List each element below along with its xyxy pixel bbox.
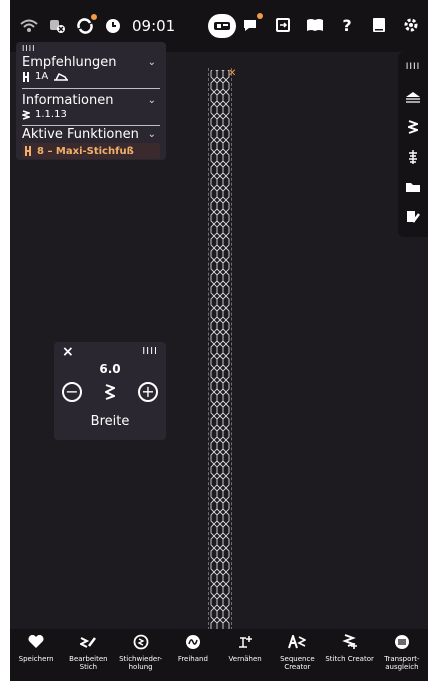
stabilizer-icon	[54, 72, 69, 81]
tie-off-button[interactable]: Vernähen	[219, 629, 271, 681]
edit-stitch-button[interactable]: Bearbeiten Stich	[62, 629, 114, 681]
edit-tool-icon[interactable]	[398, 202, 428, 232]
right-toolbar: IIII	[398, 52, 428, 237]
heart-icon	[10, 629, 62, 655]
feed-balance-label: Transport- ausgleich	[384, 655, 420, 671]
panel-divider	[22, 88, 160, 89]
folder-icon[interactable]	[398, 172, 428, 202]
needle-position-marker: ✕	[228, 68, 237, 79]
maxi-foot-icon	[25, 146, 31, 156]
book-icon[interactable]	[304, 14, 326, 36]
width-stepper: − +	[62, 382, 158, 402]
decrease-width-button[interactable]: −	[62, 382, 82, 402]
feed-balance-button[interactable]: Transport- ausgleich	[376, 629, 428, 681]
edit-stitch-icon	[62, 629, 114, 655]
toolbar-grip-handle[interactable]: IIII	[398, 52, 428, 82]
honeycomb-stitch-pattern	[209, 70, 231, 630]
bottom-function-bar: Speichern Bearbeiten Stich Stichwieder- …	[10, 629, 428, 681]
section-title: Empfehlungen	[22, 55, 117, 70]
stitch-preview[interactable]	[208, 68, 232, 630]
panel-divider	[22, 125, 160, 126]
stitch-repeat-label: Stichwieder- holung	[119, 655, 163, 671]
fabric-layers-icon[interactable]	[398, 82, 428, 112]
wireless-message-icon[interactable]	[240, 13, 263, 36]
status-right-group: ?	[240, 13, 422, 36]
increase-width-button[interactable]: +	[138, 382, 158, 402]
width-control-card: × IIII 6.0 − + Breite	[54, 342, 166, 440]
save-label: Speichern	[18, 655, 54, 663]
machine-view-icon[interactable]	[208, 14, 236, 38]
stitch-repeat-button[interactable]: Stichwieder- holung	[115, 629, 167, 681]
freehand-label: Freihand	[177, 655, 208, 663]
stitch-width-icon	[105, 384, 115, 400]
close-icon[interactable]: ×	[62, 344, 74, 360]
presser-foot-icon	[23, 71, 29, 82]
stitch-options-icon[interactable]	[398, 142, 428, 172]
section-title: Aktive Funktionen	[22, 127, 139, 142]
sequence-creator-icon	[271, 629, 323, 655]
card-grip-handle[interactable]: IIII	[142, 346, 158, 357]
section-information[interactable]: Informationen ⌄ 1.1.13	[22, 93, 160, 120]
sequence-creator-button[interactable]: Sequence Creator	[271, 629, 323, 681]
chevron-down-icon[interactable]: ⌄	[148, 95, 156, 106]
tie-off-icon	[219, 629, 271, 655]
stitch-number-label: 1.1.13	[35, 109, 67, 120]
spool-off-icon[interactable]	[46, 15, 68, 37]
freehand-button[interactable]: Freihand	[167, 629, 219, 681]
stitch-zigzag-icon	[22, 109, 30, 120]
active-function-label: 8 – Maxi-Stichfuß	[37, 145, 134, 157]
notification-dot	[91, 14, 97, 20]
repeat-icon	[115, 629, 167, 655]
wifi-icon[interactable]	[18, 15, 40, 37]
sync-update-icon[interactable]	[74, 14, 97, 37]
tie-off-label: Vernähen	[228, 655, 262, 663]
active-function-row[interactable]: 8 – Maxi-Stichfuß	[22, 143, 160, 159]
section-title: Informationen	[22, 93, 114, 108]
usb-export-icon[interactable]	[272, 14, 294, 36]
sewing-screen: 09:01 ? IIII Empfehlungen ⌄ 1A Informati…	[10, 0, 428, 681]
save-button[interactable]: Speichern	[10, 629, 62, 681]
section-sub: 1A	[22, 71, 160, 82]
width-value: 6.0	[99, 362, 121, 376]
recommended-foot-label: 1A	[35, 71, 49, 82]
settings-gear-icon[interactable]	[400, 14, 422, 36]
chevron-down-icon[interactable]: ⌄	[148, 129, 156, 140]
help-icon[interactable]: ?	[336, 14, 358, 36]
stitch-selection-icon[interactable]	[398, 112, 428, 142]
info-panel: IIII Empfehlungen ⌄ 1A Informationen ⌄ 1…	[16, 42, 166, 160]
clock-icon	[102, 15, 124, 37]
manual-icon[interactable]	[368, 14, 390, 36]
freehand-icon	[167, 629, 219, 655]
edit-stitch-label: Bearbeiten Stich	[69, 655, 108, 671]
sequence-creator-label: Sequence Creator	[280, 655, 315, 671]
stitch-creator-icon	[324, 629, 376, 655]
section-active-functions[interactable]: Aktive Funktionen ⌄	[22, 127, 160, 142]
stitch-creator-button[interactable]: Stitch Creator	[324, 629, 376, 681]
stitch-creator-label: Stitch Creator	[325, 655, 374, 663]
feed-balance-icon	[376, 629, 428, 655]
status-time: 09:01	[132, 17, 176, 35]
chevron-down-icon[interactable]: ⌄	[148, 57, 156, 68]
section-recommendations[interactable]: Empfehlungen ⌄ 1A	[22, 55, 160, 82]
width-label: Breite	[90, 414, 130, 429]
section-sub: 1.1.13	[22, 109, 160, 120]
panel-grip-handle[interactable]: IIII	[22, 44, 35, 53]
message-notification-dot	[257, 13, 263, 19]
